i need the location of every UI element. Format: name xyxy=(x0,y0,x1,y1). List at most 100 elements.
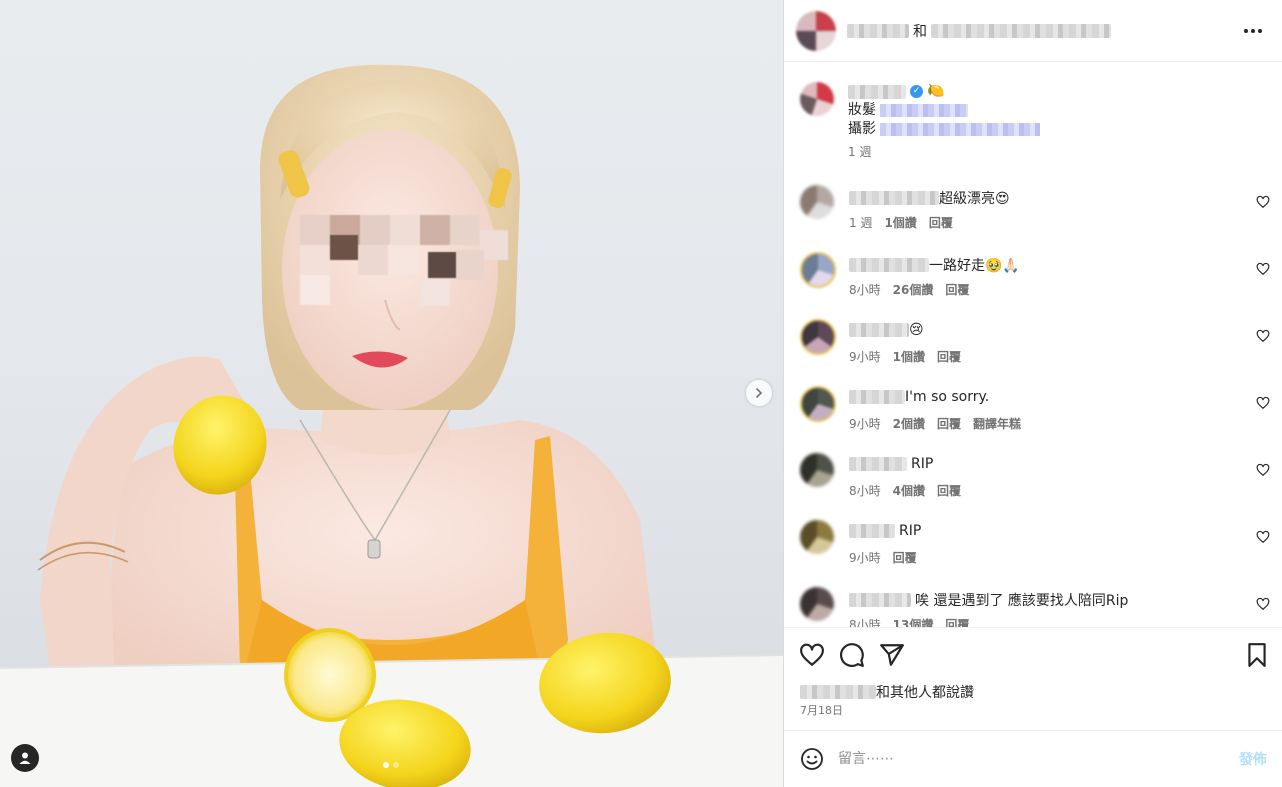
comment-time: 8小時 xyxy=(849,618,881,627)
comment-username-blurred[interactable] xyxy=(849,191,939,205)
reply-button[interactable]: 回覆 xyxy=(937,348,961,365)
comment-avatar[interactable] xyxy=(800,520,834,554)
like-comment-heart-icon[interactable] xyxy=(1256,463,1270,477)
comment-row: 一路好走🥹🙏🏻 8小時 26個讚 回覆 xyxy=(800,252,1270,312)
comment-username-blurred[interactable] xyxy=(849,457,907,471)
reply-button[interactable]: 回覆 xyxy=(945,616,969,627)
comment-username-blurred[interactable] xyxy=(849,524,895,538)
caption-photo-mention[interactable] xyxy=(880,122,1041,136)
comment-likes[interactable]: 26個讚 xyxy=(893,281,934,298)
like-comment-heart-icon[interactable] xyxy=(1256,597,1270,611)
more-dot-icon xyxy=(1251,29,1255,33)
like-comment-heart-icon[interactable] xyxy=(1256,262,1270,276)
comment-avatar[interactable] xyxy=(800,319,836,355)
author-name-blurred xyxy=(847,23,909,38)
liker-username-blurred[interactable] xyxy=(800,685,876,699)
comment-likes[interactable]: 13個讚 xyxy=(893,616,934,627)
comment-time: 9小時 xyxy=(849,350,881,364)
post-photo xyxy=(0,64,783,787)
caption-avatar[interactable] xyxy=(800,82,834,116)
comments-list[interactable]: ✓ 🍋 妝髮 攝影 1 週 超級漂亮😍 1 週 1個讚 回覆 一路好走🥹🙏🏻 8小時… xyxy=(784,62,1282,627)
reply-button[interactable]: 回覆 xyxy=(937,415,961,432)
comment-row: 😢 9小時 1個讚 回覆 xyxy=(800,319,1270,379)
comment-time: 9小時 xyxy=(849,551,881,565)
likes-text[interactable]: 和其他人都說讚 xyxy=(876,682,974,702)
reply-button[interactable]: 回覆 xyxy=(893,549,917,566)
comment-bubble-icon[interactable] xyxy=(839,642,865,668)
more-dot-icon xyxy=(1258,29,1262,33)
comment-row: 唉 還是遇到了 應該要找人陪同Rip 8小時 13個讚 回覆 xyxy=(800,587,1270,627)
comment-text: 超級漂亮😍 xyxy=(939,191,1010,207)
comment-username-blurred[interactable] xyxy=(849,390,905,404)
comment-avatar[interactable] xyxy=(800,252,836,288)
author-username[interactable]: 和 xyxy=(847,21,1111,41)
carousel-dot-active xyxy=(383,762,389,768)
more-options-button[interactable] xyxy=(1241,22,1265,40)
lemon-emoji: 🍋 xyxy=(927,83,945,99)
comment-username-blurred[interactable] xyxy=(849,258,929,272)
share-paper-plane-icon[interactable] xyxy=(879,642,905,668)
comment-time: 8小時 xyxy=(849,484,881,498)
comment-likes[interactable]: 1個讚 xyxy=(884,214,916,231)
coauthor-name-blurred[interactable] xyxy=(931,23,1111,38)
carousel-dot xyxy=(393,762,399,768)
save-bookmark-icon[interactable] xyxy=(1244,642,1270,668)
more-dot-icon xyxy=(1244,29,1248,33)
comment-text: 一路好走🥹🙏🏻 xyxy=(929,258,1020,274)
like-comment-heart-icon[interactable] xyxy=(1256,530,1270,544)
post-date: 7月18日 xyxy=(800,704,843,717)
post-header: 和 xyxy=(784,0,1282,62)
post-comment-button[interactable]: 發佈 xyxy=(1239,749,1267,769)
caption-username-blurred[interactable] xyxy=(848,84,906,99)
like-comment-heart-icon[interactable] xyxy=(1256,396,1270,410)
reply-button[interactable]: 回覆 xyxy=(945,281,969,298)
comment-username-blurred[interactable] xyxy=(849,593,911,607)
header-and-text: 和 xyxy=(913,23,927,40)
carousel-dots xyxy=(383,762,399,768)
comment-text: 唉 還是遇到了 應該要找人陪同Rip xyxy=(915,593,1129,609)
comment-text: 😢 xyxy=(909,322,924,338)
like-comment-heart-icon[interactable] xyxy=(1256,195,1270,209)
like-heart-icon[interactable] xyxy=(799,642,825,668)
comment-row: I'm so sorry. 9小時 2個讚 回覆 翻譯年糕 xyxy=(800,386,1270,446)
comment-row: 超級漂亮😍 1 週 1個讚 回覆 xyxy=(800,185,1270,245)
comment-avatar[interactable] xyxy=(800,453,834,487)
user-icon xyxy=(19,752,31,764)
post-media[interactable] xyxy=(0,0,783,787)
tagged-users-button[interactable] xyxy=(11,744,39,772)
like-comment-heart-icon[interactable] xyxy=(1256,329,1270,343)
verified-badge-icon: ✓ xyxy=(910,85,923,98)
caption-makeup-label: 妝髮 xyxy=(848,102,876,118)
post-side-panel: 和 ✓ 🍋 妝髮 攝影 1 週 超級漂亮😍 1 週 1個讚 回覆 一路好走🥹🙏🏻… xyxy=(783,0,1282,787)
translate-button[interactable]: 翻譯年糕 xyxy=(973,415,1021,432)
comment-text: RIP xyxy=(911,456,934,472)
comment-likes[interactable]: 2個讚 xyxy=(893,415,925,432)
comment-composer: 發佈 xyxy=(784,730,1282,787)
chevron-right-icon xyxy=(756,388,763,398)
caption-makeup-mention[interactable] xyxy=(880,103,969,117)
author-avatar[interactable] xyxy=(796,10,836,51)
caption-photo-label: 攝影 xyxy=(848,121,876,137)
comment-avatar[interactable] xyxy=(800,185,834,219)
comment-text: RIP xyxy=(899,523,922,539)
comment-input[interactable] xyxy=(838,751,1239,767)
post-actions xyxy=(784,627,1282,730)
comment-username-blurred[interactable] xyxy=(849,323,909,337)
comment-row: RIP 9小時 回覆 xyxy=(800,520,1270,580)
reply-button[interactable]: 回覆 xyxy=(937,482,961,499)
comment-time: 9小時 xyxy=(849,417,881,431)
comment-likes[interactable]: 4個讚 xyxy=(893,482,925,499)
comment-time: 1 週 xyxy=(849,216,873,230)
comment-avatar[interactable] xyxy=(800,587,834,621)
emoji-smiley-icon[interactable] xyxy=(800,747,824,771)
comment-likes[interactable]: 1個讚 xyxy=(893,348,925,365)
likes-summary[interactable]: 和其他人都說讚 xyxy=(800,682,974,702)
comment-text: I'm so sorry. xyxy=(905,389,990,405)
comment-time: 8小時 xyxy=(849,283,881,297)
comment-avatar[interactable] xyxy=(800,386,836,422)
post-caption: ✓ 🍋 妝髮 攝影 1 週 xyxy=(800,82,1041,162)
next-image-button[interactable] xyxy=(746,380,772,406)
reply-button[interactable]: 回覆 xyxy=(929,214,953,231)
caption-time: 1 週 xyxy=(848,145,872,159)
comment-row: RIP 8小時 4個讚 回覆 xyxy=(800,453,1270,513)
